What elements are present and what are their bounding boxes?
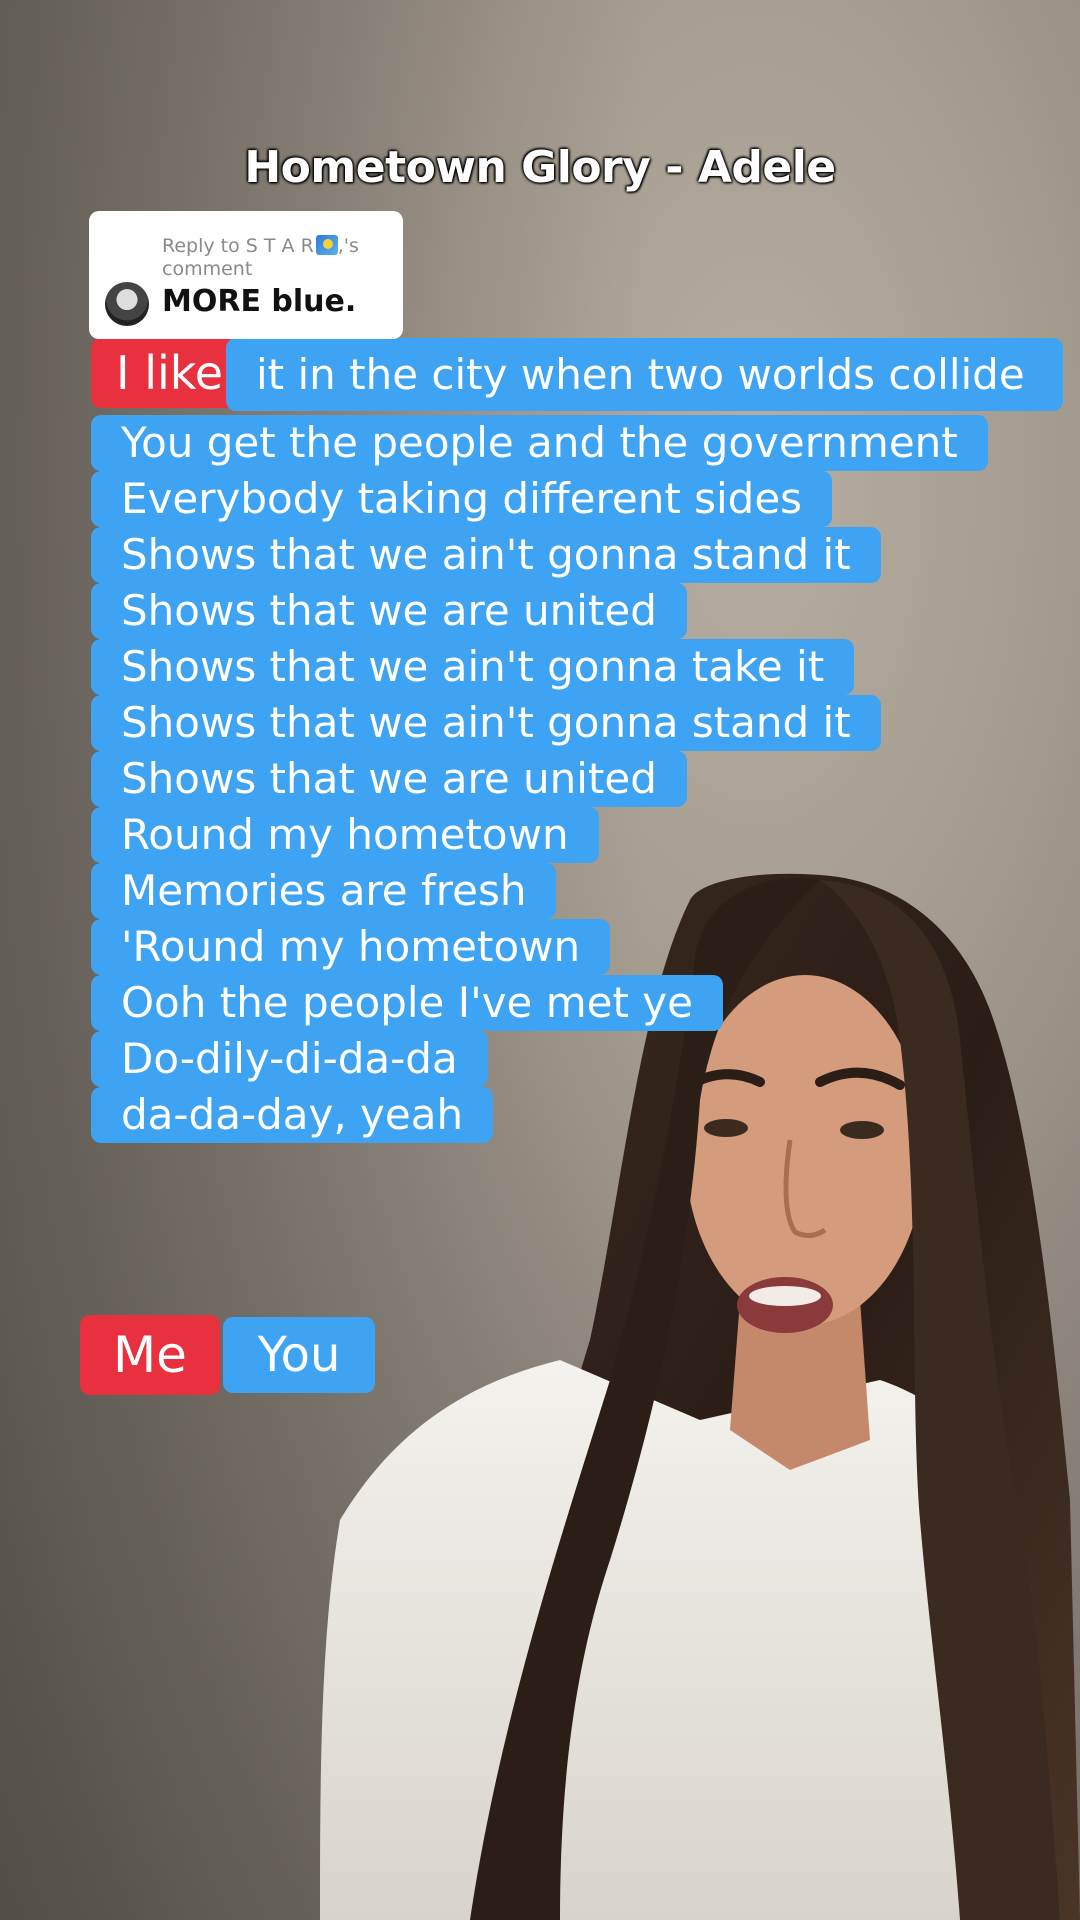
lyric-line: Shows that we are united xyxy=(91,583,687,639)
reply-comment-word: comment xyxy=(162,258,253,280)
reply-suffix: ,'s xyxy=(337,235,359,257)
reply-comment-text: MORE blue. xyxy=(162,284,357,319)
video-title: Hometown Glory - Adele xyxy=(244,142,836,193)
lyric-line: Shows that we are united xyxy=(91,751,687,807)
legend-you-chip: You xyxy=(223,1317,375,1393)
lyric-line: Do-dily-di-da-da xyxy=(91,1031,488,1087)
lyric-red-part: I like xyxy=(91,338,241,408)
lyric-line: Shows that we ain't gonna stand it xyxy=(91,527,881,583)
reply-meta: Reply to S T A R ,'s comment xyxy=(162,235,397,281)
lyric-line: You get the people and the government xyxy=(91,415,988,471)
lyric-line: da-da-day, yeah xyxy=(91,1087,494,1143)
lyric-line: Round my hometown xyxy=(91,807,599,863)
lyric-line: Ooh the people I've met ye xyxy=(91,975,723,1031)
lyric-line: Shows that we ain't gonna take it xyxy=(91,639,855,695)
lyric-line: 'Round my hometown xyxy=(91,919,611,975)
lyric-blue-part: it in the city when two worlds collide xyxy=(226,338,1063,411)
lyric-line: Memories are fresh xyxy=(91,863,557,919)
lyrics-list: You get the people and the government Ev… xyxy=(91,415,988,1143)
lyric-line: Everybody taking different sides xyxy=(91,471,833,527)
teeth xyxy=(749,1286,821,1306)
lyric-line: Shows that we ain't gonna stand it xyxy=(91,695,881,751)
avatar[interactable] xyxy=(105,282,149,326)
legend-me-chip: Me xyxy=(80,1315,220,1395)
reply-prefix: Reply to xyxy=(162,235,246,257)
star-landscape-emoji-icon xyxy=(315,235,338,255)
reply-username[interactable]: S T A R xyxy=(246,235,314,257)
shirt xyxy=(320,1360,1000,1920)
reply-comment-card[interactable]: Reply to S T A R ,'s comment MORE blue. xyxy=(89,211,403,339)
